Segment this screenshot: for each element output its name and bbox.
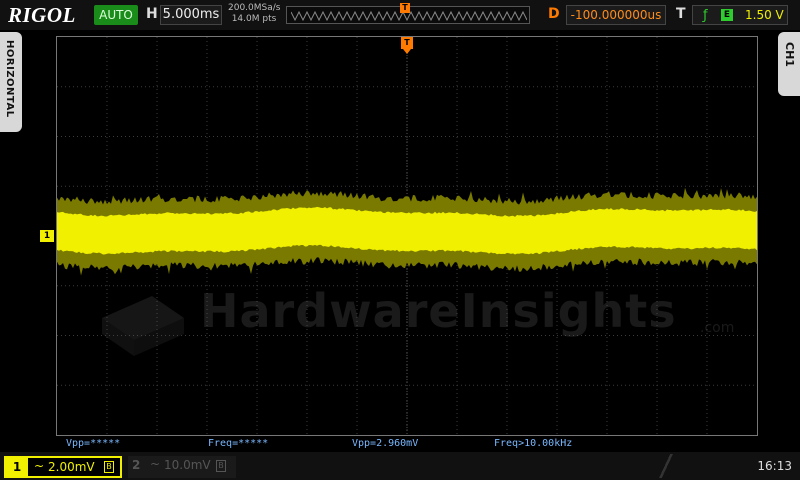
memory-trigger-marker: T [400,3,410,13]
horizontal-menu-tab[interactable]: HORIZONTAL [0,32,22,132]
run-mode-badge[interactable]: AUTO [94,5,138,25]
trigger-level: 1.50 V [745,8,784,22]
watermark-logo-icon [102,296,184,356]
bottom-status-bar: 1 ~ 2.00mV B 2 ~ 10.0mV B 16:13 [0,452,800,480]
system-clock: 16:13 [757,459,792,473]
bandwidth-limit-icon: B [104,461,114,473]
trigger-settings[interactable]: ƒ E 1.50 V [692,5,788,25]
rising-edge-icon: ƒ [703,8,708,23]
ch1-trace [57,206,757,255]
ch1-menu-tab[interactable]: CH1 [778,32,800,96]
ch1-vertical-scale: 2.00mV [48,460,95,474]
trigger-label: T [676,6,686,22]
watermark-suffix: .com [700,320,735,336]
delay-readout[interactable]: -100.000000us [566,5,666,25]
timebase-readout[interactable]: 5.000ms [160,5,222,25]
memory-depth: 14.0M pts [231,14,277,24]
sample-rate: 200.0MSa/s [228,3,281,13]
horizontal-label: H [146,6,158,22]
waveform-display[interactable] [56,36,758,436]
measurement-freq-2: Freq>10.00kHz [494,438,573,449]
ac-coupling-icon: ~ [150,457,161,471]
ch1-number: 1 [6,458,28,476]
ch2-vertical-scale: 10.0mV [164,458,211,472]
horizontal-tab-label: HORIZONTAL [4,40,15,118]
top-status-bar: RIGOL AUTO H 5.000ms 200.0MSa/s 14.0M pt… [0,0,800,30]
ch1-settings[interactable]: 1 ~ 2.00mV B [4,456,122,478]
brand-logo: RIGOL [8,3,76,27]
trigger-position-marker[interactable]: T [401,37,413,49]
trigger-position-arrow-icon [403,49,411,54]
trigger-source-badge: E [721,9,733,21]
acquisition-info: 200.0MSa/s 14.0M pts [228,3,280,25]
ch2-settings[interactable]: 2 ~ 10.0mV B [128,456,236,478]
ch1-offset-marker[interactable]: 1 [40,230,54,242]
ch2-number: 2 [132,458,141,472]
watermark-text: HardwareInsights [200,284,677,338]
graticule [57,37,757,435]
bandwidth-limit-icon: B [216,460,226,472]
bottom-divider [658,454,674,478]
ac-coupling-icon: ~ [34,459,45,473]
measurement-freq-1: Freq=***** [208,438,269,449]
ch1-tab-label: CH1 [783,42,796,67]
measurement-vpp-2: Vpp=2.960mV [352,438,419,449]
delay-label: D [548,6,560,22]
measurement-vpp-1: Vpp=***** [66,438,121,449]
